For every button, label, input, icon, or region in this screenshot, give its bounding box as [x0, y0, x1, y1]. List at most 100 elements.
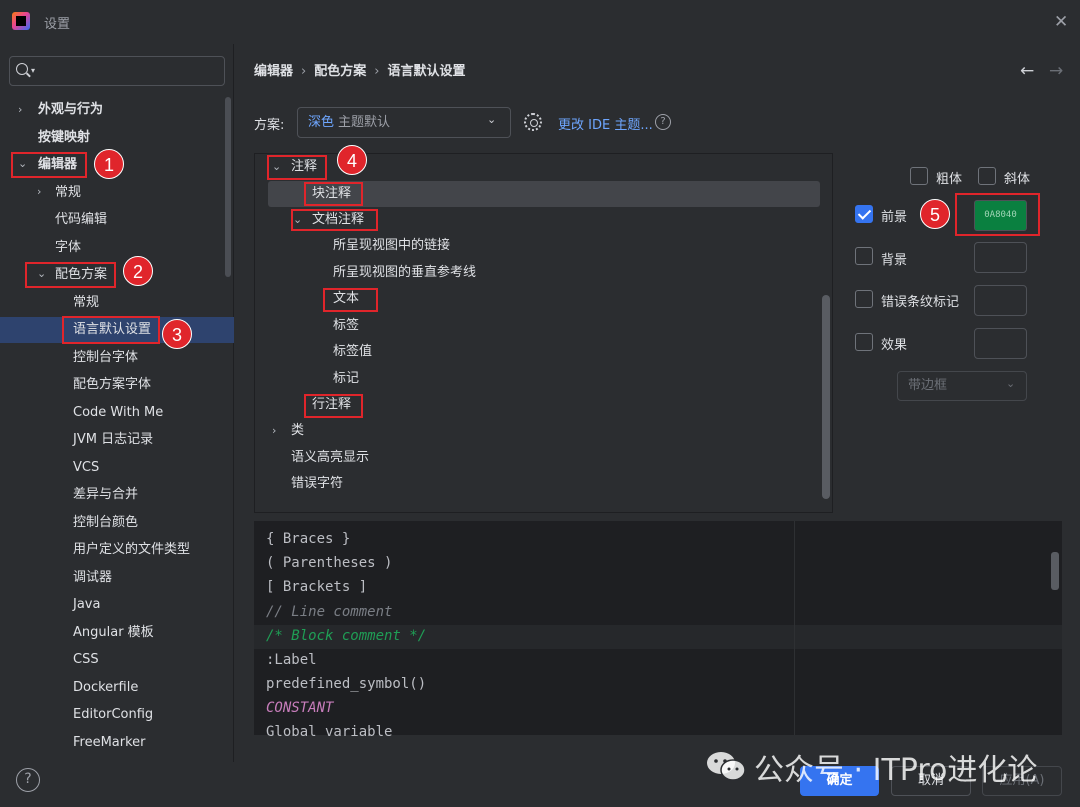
- preview-scrollbar[interactable]: [1051, 552, 1059, 590]
- close-icon[interactable]: ✕: [1054, 12, 1068, 32]
- chevron-right-icon[interactable]: ›: [272, 424, 276, 437]
- scheme-value: 深色: [308, 115, 335, 130]
- tree-scrollbar[interactable]: [822, 295, 830, 499]
- error-stripe-checkbox[interactable]: [855, 290, 873, 308]
- background-color-swatch[interactable]: [974, 242, 1027, 273]
- preview-line: predefined_symbol(): [266, 676, 427, 692]
- sidebar-scrollbar[interactable]: [225, 97, 231, 277]
- sidebar-item-css[interactable]: CSS: [73, 647, 99, 673]
- sidebar-item-scheme-font[interactable]: 配色方案字体: [73, 372, 151, 398]
- annotation-badge: 3: [162, 319, 192, 349]
- effects-color-swatch[interactable]: [974, 328, 1027, 359]
- sidebar-item-scheme-general[interactable]: 常规: [73, 290, 99, 316]
- preview-line: ( Parentheses ): [266, 555, 393, 571]
- annotation-box: [11, 152, 87, 178]
- breadcrumb-item[interactable]: 编辑器: [254, 64, 293, 79]
- tree-item-tag[interactable]: 标签: [333, 313, 359, 339]
- preview-line-comment: // Line comment: [266, 604, 393, 620]
- watermark-text: 公众号 · ITPro进化论: [754, 753, 1038, 788]
- breadcrumb-current: 语言默认设置: [387, 64, 466, 79]
- title-bar: [0, 0, 1080, 44]
- chevron-down-icon[interactable]: ⌄: [1006, 377, 1015, 390]
- annotation-box: [291, 209, 378, 231]
- sidebar-item-editorconfig[interactable]: EditorConfig: [73, 702, 153, 728]
- annotation-box: [62, 316, 160, 344]
- effects-checkbox[interactable]: [855, 333, 873, 351]
- sidebar-item-user-file-types[interactable]: 用户定义的文件类型: [73, 537, 190, 563]
- preview-right-margin: [794, 521, 795, 735]
- background-checkbox[interactable]: [855, 247, 873, 265]
- annotation-badge: 2: [123, 256, 153, 286]
- error-stripe-label: 错误条纹标记: [881, 295, 960, 310]
- sidebar-item-appearance[interactable]: 外观与行为: [38, 97, 103, 123]
- tree-item-markup[interactable]: 标记: [333, 366, 359, 392]
- effects-label: 效果: [881, 338, 908, 353]
- scheme-label: 方案:: [254, 118, 285, 133]
- breadcrumb-item[interactable]: 配色方案: [314, 64, 366, 79]
- sidebar-item-general[interactable]: 常规: [55, 180, 81, 206]
- breadcrumb-separator: ›: [301, 64, 307, 79]
- annotation-box: [304, 182, 363, 206]
- breadcrumb: 编辑器 › 配色方案 › 语言默认设置: [254, 60, 465, 80]
- bold-checkbox[interactable]: [910, 167, 928, 185]
- chevron-right-icon[interactable]: ›: [18, 103, 22, 116]
- tree-item-semantic-highlight[interactable]: 语义高亮显示: [291, 445, 369, 471]
- breadcrumb-separator: ›: [374, 64, 380, 79]
- annotation-badge: 4: [337, 145, 367, 175]
- preview-line: Global variable: [266, 724, 393, 740]
- sidebar-item-debugger[interactable]: 调试器: [73, 565, 112, 591]
- help-icon[interactable]: ?: [655, 114, 671, 130]
- app-logo-icon: [12, 12, 30, 30]
- annotation-box: [955, 193, 1040, 236]
- search-options-caret-icon[interactable]: ▾: [31, 66, 35, 75]
- search-input[interactable]: [9, 56, 225, 86]
- tree-item-rendered-link[interactable]: 所呈现视图中的链接: [333, 233, 450, 259]
- change-ide-theme-link[interactable]: 更改 IDE 主题...: [558, 114, 653, 133]
- tree-item-rendered-guide[interactable]: 所呈现视图的垂直参考线: [333, 260, 476, 286]
- preview-block-comment: /* Block comment */: [266, 628, 427, 644]
- foreground-checkbox[interactable]: [855, 205, 873, 223]
- sidebar-item-vcs[interactable]: VCS: [73, 455, 99, 481]
- help-icon[interactable]: ?: [16, 768, 40, 792]
- annotation-box: [304, 394, 363, 418]
- scheme-hint: 主题默认: [338, 115, 391, 130]
- preview-line: :Label: [266, 652, 317, 668]
- sidebar-item-font[interactable]: 字体: [55, 235, 81, 261]
- sidebar-item-angular[interactable]: Angular 模板: [73, 620, 154, 646]
- tree-item-classes[interactable]: 类: [291, 418, 304, 444]
- tree-item-bad-character[interactable]: 错误字符: [291, 471, 343, 497]
- sidebar-item-console-colors[interactable]: 控制台颜色: [73, 510, 138, 536]
- annotation-box: [267, 155, 327, 180]
- bold-label: 粗体: [936, 172, 963, 187]
- sidebar-item-code-editing[interactable]: 代码编辑: [55, 207, 107, 233]
- annotation-box: [323, 288, 378, 312]
- sidebar-item-dockerfile[interactable]: Dockerfile: [73, 675, 138, 701]
- annotation-badge: 5: [920, 199, 950, 229]
- search-icon: [16, 63, 28, 75]
- annotation-box: [25, 262, 116, 288]
- chevron-down-icon[interactable]: ⌄: [487, 113, 496, 126]
- sidebar-item-java[interactable]: Java: [73, 592, 100, 618]
- chevron-right-icon[interactable]: ›: [37, 185, 41, 198]
- sidebar-item-console-font[interactable]: 控制台字体: [73, 345, 138, 371]
- sidebar-item-code-with-me[interactable]: Code With Me: [73, 400, 163, 426]
- italic-label: 斜体: [1004, 172, 1031, 187]
- preview-constant: CONSTANT: [266, 700, 334, 716]
- error-stripe-color-swatch[interactable]: [974, 285, 1027, 316]
- sidebar-item-freemarker[interactable]: FreeMarker: [73, 730, 146, 756]
- back-arrow-icon[interactable]: ←: [1020, 61, 1034, 81]
- forward-arrow-icon[interactable]: →: [1049, 61, 1063, 81]
- italic-checkbox[interactable]: [978, 167, 996, 185]
- preview-line: [ Brackets ]: [266, 579, 368, 595]
- window-title: 设置: [44, 17, 71, 32]
- tree-item-tag-value[interactable]: 标签值: [333, 339, 372, 365]
- sidebar-item-keymap[interactable]: 按键映射: [38, 125, 90, 151]
- background-label: 背景: [881, 253, 908, 268]
- preview-line: { Braces }: [266, 531, 351, 547]
- sidebar-item-diff-merge[interactable]: 差异与合并: [73, 482, 138, 508]
- scheme-dropdown[interactable]: 深色 主题默认: [297, 107, 511, 138]
- sidebar-item-jvm-logging[interactable]: JVM 日志记录: [73, 427, 153, 453]
- gear-icon[interactable]: [524, 113, 542, 131]
- wechat-logo-icon: [707, 752, 746, 781]
- annotation-badge: 1: [94, 149, 124, 179]
